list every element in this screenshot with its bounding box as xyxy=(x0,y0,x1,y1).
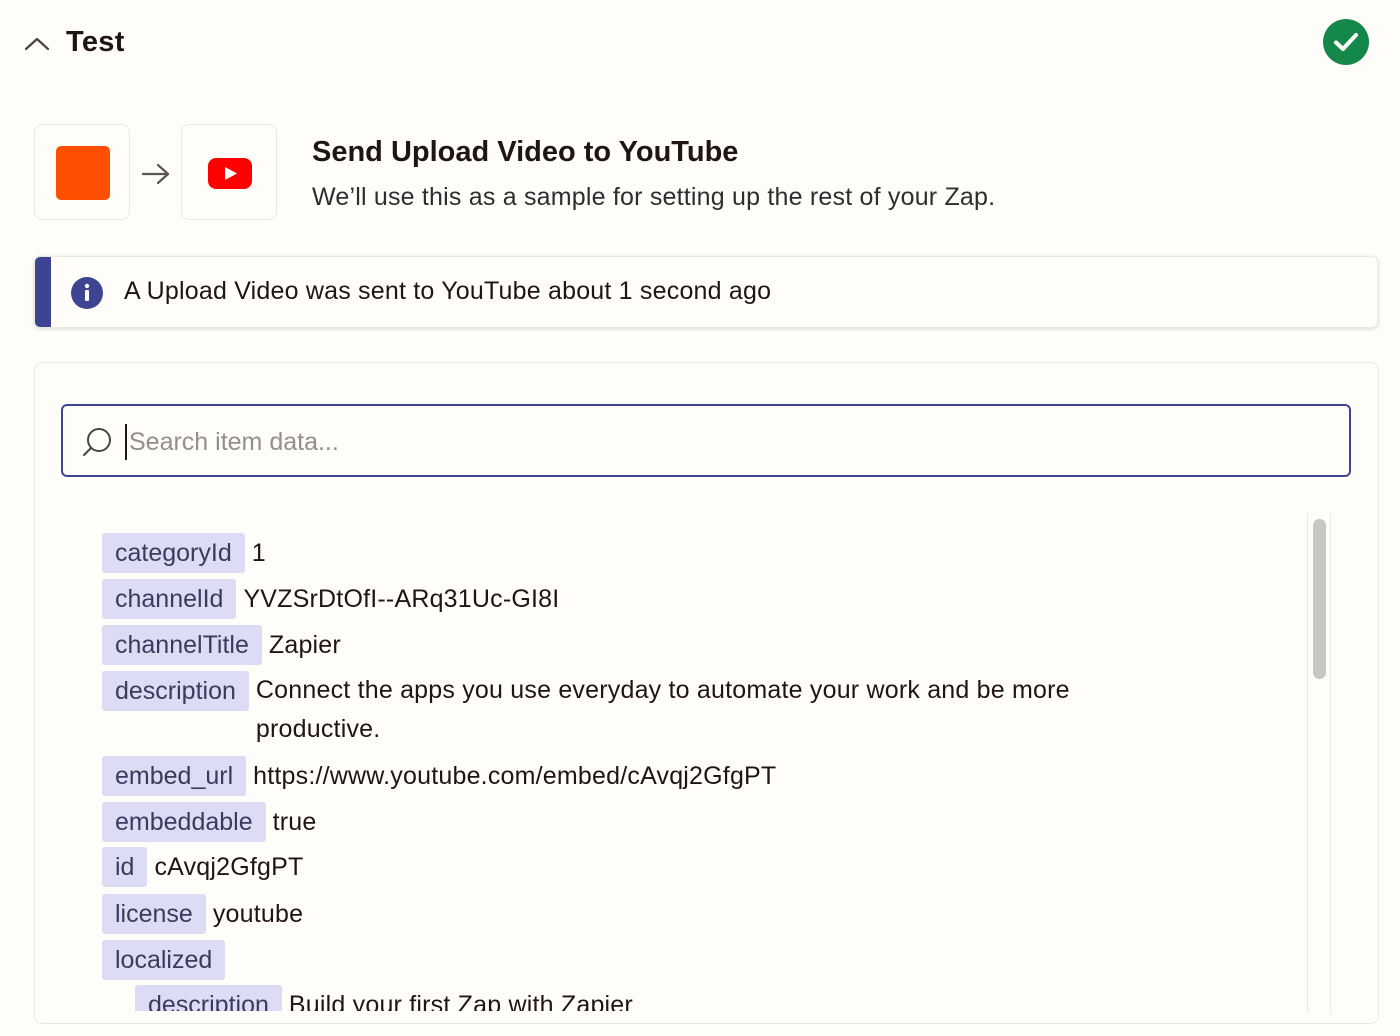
item-value: https://www.youtube.com/embed/cAvqj2GfgP… xyxy=(253,762,777,790)
item-row[interactable]: description Build your first Zap with Zap… xyxy=(135,985,633,1011)
item-value: cAvqj2GfgPT xyxy=(154,853,304,881)
info-icon xyxy=(71,277,103,309)
item-value: Zapier xyxy=(268,631,341,659)
chevron-up-icon[interactable] xyxy=(22,30,52,58)
search-field[interactable] xyxy=(61,404,1351,477)
action-app-tile xyxy=(181,124,277,220)
item-value: 1 xyxy=(251,539,266,567)
item-key: localized xyxy=(102,940,226,980)
item-key: channelId xyxy=(102,579,237,619)
item-key: embeddable xyxy=(102,802,266,842)
item-row[interactable]: channelId YVZSrDtOfI--ARq31Uc-GI8I xyxy=(102,579,559,619)
item-row[interactable]: channelTitle Zapier xyxy=(102,625,341,665)
section-title: Test xyxy=(66,26,125,58)
item-key: id xyxy=(102,847,148,887)
check-circle-icon xyxy=(1323,19,1369,65)
item-value: youtube xyxy=(212,900,304,928)
scrollbar-thumb[interactable] xyxy=(1313,519,1326,679)
item-key: channelTitle xyxy=(102,625,262,665)
item-key: description xyxy=(135,985,282,1011)
step-title: Send Upload Video to YouTube xyxy=(312,136,739,168)
item-key: embed_url xyxy=(102,756,247,796)
item-row[interactable]: embed_url https://www.youtube.com/embed/c… xyxy=(102,756,776,796)
item-key: description xyxy=(102,671,249,711)
item-row[interactable]: license youtube xyxy=(102,894,303,934)
step-subtitle: We’ll use this as a sample for setting u… xyxy=(312,183,996,211)
item-key: license xyxy=(102,894,206,934)
search-input[interactable] xyxy=(125,424,1279,460)
item-row[interactable]: embeddable true xyxy=(102,802,317,842)
scrollbar[interactable] xyxy=(1307,513,1331,1013)
banner-accent-bar xyxy=(35,257,51,327)
item-value: Connect the apps you use everyday to aut… xyxy=(255,676,1070,743)
zapier-app-icon xyxy=(56,146,110,200)
item-key: categoryId xyxy=(102,533,245,573)
item-value: YVZSrDtOfI--ARq31Uc-GI8I xyxy=(243,585,560,613)
item-row[interactable]: description Connect the apps you use ever… xyxy=(102,671,1176,749)
item-data-list: categoryId 1 channelId YVZSrDtOfI--ARq31Uc-… xyxy=(102,533,1232,1011)
info-banner: A Upload Video was sent to YouTube about… xyxy=(34,256,1378,328)
item-row[interactable]: localized xyxy=(102,940,232,980)
test-section-header: Test xyxy=(0,0,1400,90)
youtube-icon xyxy=(208,158,252,189)
item-data-panel: categoryId1 channelIdYVZSrDtOfI--ARq31Uc-… xyxy=(34,362,1379,1024)
item-row[interactable]: categoryId 1 xyxy=(102,533,266,573)
item-value: true xyxy=(272,808,317,836)
arrow-right-icon xyxy=(140,160,172,188)
search-icon xyxy=(83,428,111,456)
item-row[interactable]: id cAvqj2GfgPT xyxy=(102,847,304,887)
banner-message: A Upload Video was sent to YouTube about… xyxy=(124,277,772,305)
item-value: Build your first Zap with Zapier xyxy=(288,991,633,1011)
trigger-app-tile xyxy=(34,124,130,220)
